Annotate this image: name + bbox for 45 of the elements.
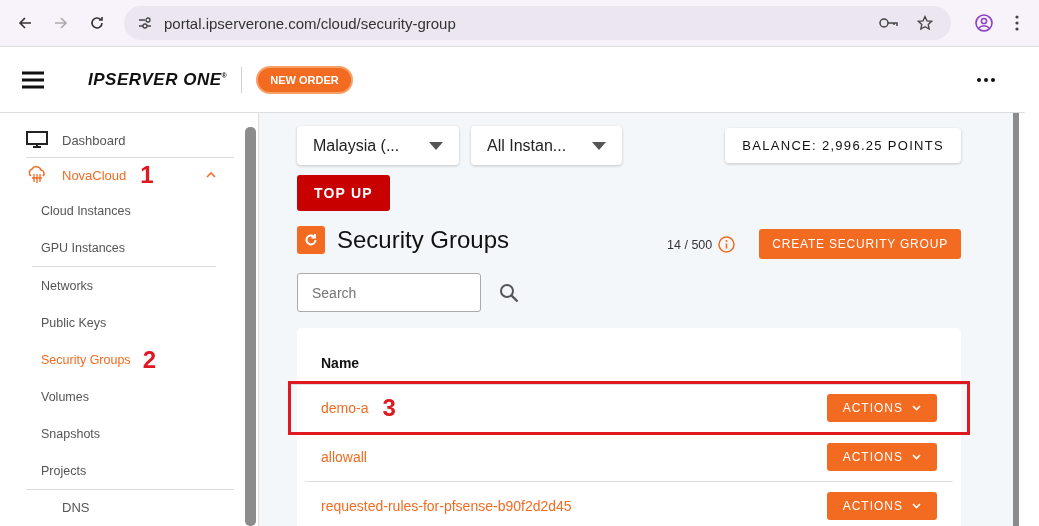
sidebar-item[interactable]: Security Groups 2 [32,341,216,378]
top-up-button[interactable]: TOP UP [297,175,390,211]
address-bar[interactable]: portal.ipserverone.com/cloud/security-group [124,6,951,40]
sidebar-item[interactable]: Networks [32,266,216,304]
balance-label: BALANCE: 2,996.25 POINTS [725,128,961,163]
annotation-number: 3 [382,394,396,422]
dropdown[interactable]: All Instan... [471,126,622,165]
page-title: Security Groups [337,226,510,254]
dropdown[interactable]: Malaysia (... [297,126,459,165]
chevron-icon [912,503,921,509]
quota-count: 14 / 500 [667,238,713,252]
url-text: portal.ipserverone.com/cloud/security-group [164,14,456,32]
column-header: Name [321,355,360,371]
more-icon[interactable] [977,77,995,82]
reload-icon [89,15,105,31]
sidebar-item[interactable]: NovaCloud 1 [26,157,234,192]
star-icon[interactable] [917,15,933,31]
sidebar-item[interactable]: Snapshots [32,415,216,452]
annotation-number: 1 [140,161,154,189]
browser-menu-icon[interactable] [1015,15,1019,31]
sidebar-item[interactable]: Projects [32,452,216,489]
back-arrow-icon [17,15,33,31]
profile-icon[interactable] [975,14,993,32]
logo: IPSERVER ONE$^{®}$ [88,69,228,90]
sidebar-item[interactable]: GPU Instances [32,229,216,266]
forward-arrow-icon [53,15,69,31]
monitor-icon [26,131,48,149]
refresh-icon[interactable] [297,226,325,254]
annotation-number: 2 [142,345,156,374]
sidebar-item[interactable]: DNS [26,489,234,524]
sidebar-item[interactable]: Volumes [32,378,216,415]
caret-icon [429,141,443,150]
site-settings-icon[interactable] [138,17,152,29]
cloud-icon [26,165,48,185]
search-icon[interactable] [499,282,519,303]
key-icon[interactable] [879,17,899,29]
info-icon[interactable] [718,235,736,253]
caret-icon [592,141,606,150]
sidebar-item[interactable]: Public Keys [32,304,216,341]
search-field[interactable]: Search [297,273,481,312]
menu-icon[interactable] [22,70,44,89]
sidebar-item[interactable]: Dashboard [26,123,234,157]
chevron-icon [912,405,921,411]
chevron-icon [912,454,921,460]
sidebar-item[interactable]: Cloud Instances [32,192,216,229]
